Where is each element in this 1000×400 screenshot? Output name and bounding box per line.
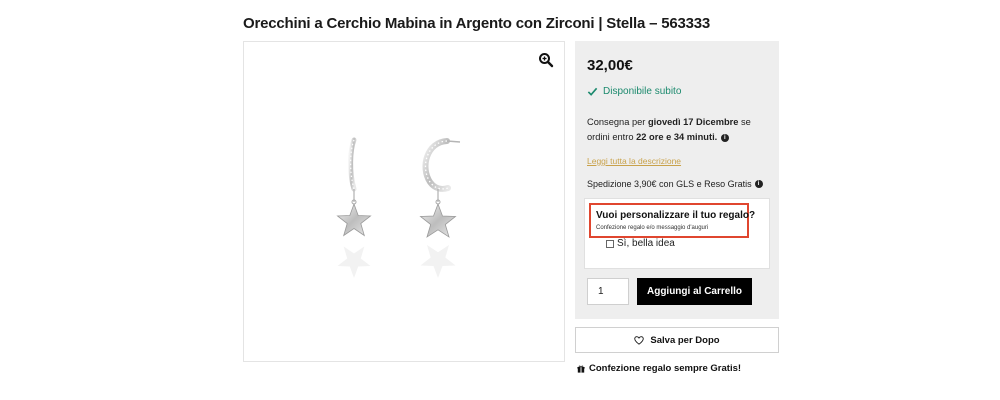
zoom-in-icon[interactable] — [538, 52, 554, 68]
gift-option[interactable]: Sì, bella idea — [606, 238, 675, 249]
free-gift-wrap-note: Confezione regalo sempre Gratis! — [577, 363, 741, 374]
product-title: Orecchini a Cerchio Mabina in Argento co… — [243, 15, 711, 32]
availability-status: Disponibile subito — [587, 86, 681, 97]
heart-icon — [634, 335, 645, 345]
add-to-cart-button[interactable]: Aggiungi al Carrello — [637, 278, 752, 305]
shipping-info: Spedizione 3,90€ con GLS e Reso Gratis i — [587, 179, 763, 189]
availability-label: Disponibile subito — [603, 86, 682, 97]
quantity-input[interactable] — [587, 278, 629, 305]
delivery-countdown: 22 ore e 34 minuti. — [636, 132, 718, 142]
read-description-link[interactable]: Leggi tutta la descrizione — [587, 156, 681, 166]
check-icon — [587, 87, 598, 96]
buy-box: 32,00€ Disponibile subito Consegna per g… — [575, 41, 779, 319]
save-for-later-label[interactable]: Salva per Dopo — [650, 335, 719, 346]
gift-checkbox-label[interactable]: Sì, bella idea — [617, 238, 675, 249]
price: 32,00€ — [587, 57, 633, 74]
shipping-label: Spedizione 3,90€ con GLS e Reso Gratis — [587, 179, 752, 189]
gift-question: Vuoi personalizzare il tuo regalo? — [596, 210, 756, 221]
delivery-date: giovedì 17 Dicembre — [648, 117, 739, 127]
gift-checkbox[interactable] — [606, 239, 614, 248]
free-gift-wrap-label: Confezione regalo sempre Gratis! — [589, 363, 742, 374]
product-image[interactable] — [332, 132, 482, 282]
product-gallery[interactable] — [243, 41, 565, 362]
gift-subtitle: Confezione regalo e/o messaggio d'auguri — [596, 225, 709, 231]
gift-highlight-box: Vuoi personalizzare il tuo regalo? Confe… — [589, 203, 755, 238]
gift-personalization-panel: Vuoi personalizzare il tuo regalo? Confe… — [584, 198, 770, 269]
info-icon[interactable]: i — [754, 180, 763, 188]
gift-icon — [577, 365, 585, 373]
save-for-later-button[interactable]: Salva per Dopo — [575, 327, 779, 353]
delivery-estimate: Consegna per giovedì 17 Dicembre se ordi… — [587, 115, 771, 145]
info-icon[interactable]: i — [720, 133, 729, 142]
delivery-prefix: Consegna per — [587, 117, 648, 127]
